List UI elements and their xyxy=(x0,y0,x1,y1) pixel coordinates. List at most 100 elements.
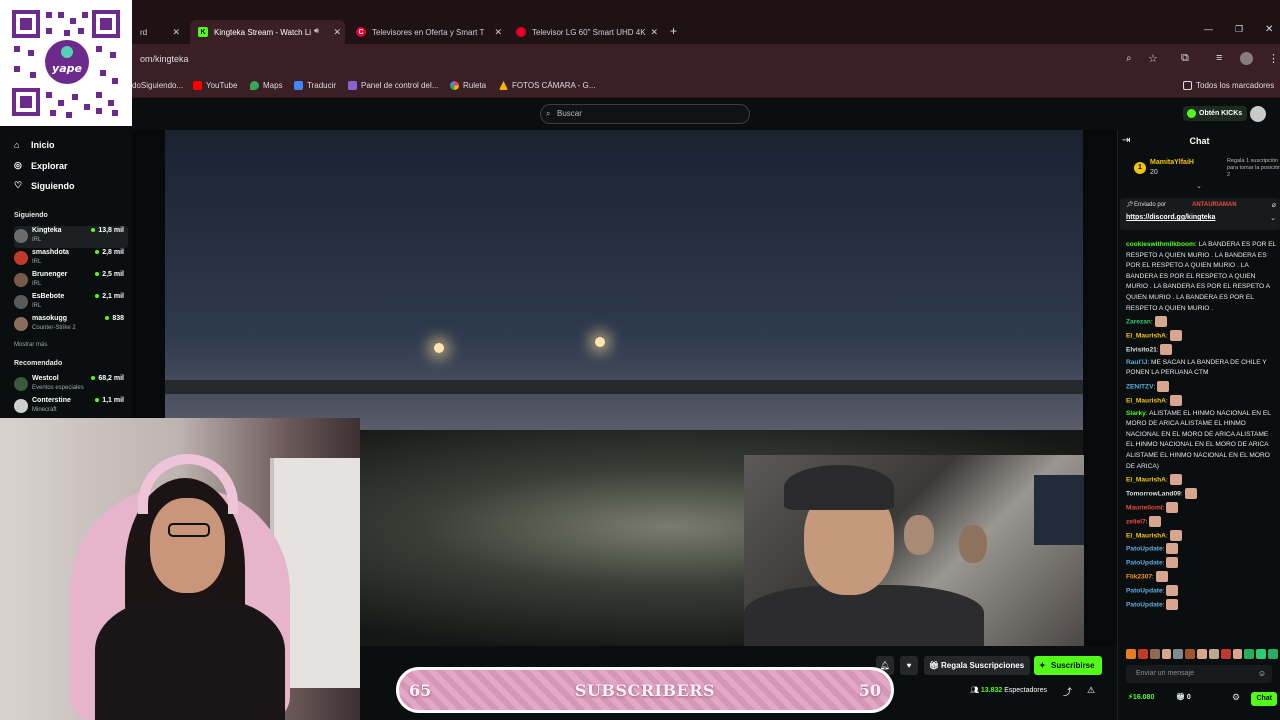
maps-icon xyxy=(250,81,259,90)
emote-icon[interactable] xyxy=(1220,649,1231,659)
menu-icon[interactable]: ⋮ xyxy=(1268,52,1279,65)
close-icon[interactable]: ✕ xyxy=(494,27,502,38)
user-avatar[interactable] xyxy=(1250,106,1266,122)
bookmark-ruleta[interactable]: Ruleta xyxy=(450,81,486,90)
tab-kingteka[interactable]: K Kingteka Stream - Watch Li 🔊︎ ✕ xyxy=(190,20,345,44)
emote-icon[interactable] xyxy=(1137,649,1148,659)
close-icon[interactable]: ✕ xyxy=(172,27,180,38)
chat-emote xyxy=(1166,501,1179,513)
chat-username[interactable]: TomorrowLand09 xyxy=(1126,490,1181,497)
chat-username[interactable]: El_MaurishA xyxy=(1126,476,1166,483)
sidebar-item-siguiendo[interactable]: ♡ Siguiendo xyxy=(14,180,75,191)
media-control-icon[interactable]: ≡ xyxy=(1216,52,1222,64)
chat-send-button[interactable]: Chat xyxy=(1251,692,1277,706)
bookmark-fotos[interactable]: FOTOS CÁMARA - G... xyxy=(499,81,595,90)
recommended-item-conterstine[interactable]: Conterstine Minecraft 1,1 mil xyxy=(14,396,128,418)
viewer-count-label: Espectadores xyxy=(1004,687,1048,694)
report-icon[interactable]: ⚠ xyxy=(1087,685,1095,696)
tab-televisores[interactable]: C Televisores en Oferta y Smart T ✕ xyxy=(348,20,506,44)
unpin-icon[interactable]: ⌀ xyxy=(1272,201,1276,209)
emote-bar xyxy=(1126,649,1278,661)
emote-icon[interactable] xyxy=(1268,649,1278,659)
chat-username[interactable]: Maurielloml xyxy=(1126,504,1163,511)
sidebar-item-explorar[interactable]: ◎ Explorar xyxy=(14,160,68,171)
chat-username[interactable]: PatoUpdate xyxy=(1126,601,1163,608)
search-input[interactable]: ⌕ Buscar xyxy=(540,104,750,124)
minimize-icon[interactable]: — xyxy=(1204,24,1213,34)
chat-username[interactable]: El_MaurishA xyxy=(1126,332,1166,339)
bookmark-item[interactable]: doSiguiendo... xyxy=(132,81,183,90)
kick-logo-icon: K xyxy=(198,27,208,37)
chevron-down-icon[interactable]: ⌄ xyxy=(1270,214,1276,222)
tab-previous[interactable]: rd ✕ xyxy=(132,20,184,44)
emote-icon[interactable] xyxy=(1149,649,1160,659)
chat-username[interactable]: zeliel7 xyxy=(1126,518,1146,525)
settings-icon[interactable]: ⚙ xyxy=(1232,692,1240,703)
close-icon[interactable]: ✕ xyxy=(333,27,341,38)
chat-username[interactable]: Zarezan xyxy=(1126,318,1151,325)
bookmark-youtube[interactable]: YouTube xyxy=(193,81,237,90)
tab-televisor-lg[interactable]: Televisor LG 60" Smart UHD 4K ✕ xyxy=(508,20,662,44)
chat-username[interactable]: PatoUpdate xyxy=(1126,587,1163,594)
emote-icon[interactable] xyxy=(1244,649,1255,659)
following-item-esbebote[interactable]: EsBebote IRL 2,1 mil xyxy=(14,292,128,314)
chat-username[interactable]: PatoUpdate xyxy=(1126,559,1163,566)
sidebar-item-inicio[interactable]: ⌂ Inicio xyxy=(14,140,55,150)
window-close-icon[interactable]: ✕ xyxy=(1265,24,1273,35)
recommended-item-westcol[interactable]: Westcol Eventos especiales 68,2 mil xyxy=(14,374,128,396)
following-item-masokugg[interactable]: masokugg Counter-Strike 2 838 xyxy=(14,314,128,336)
all-bookmarks-label: Todos los marcadores xyxy=(1196,81,1275,90)
pinned-link[interactable]: https://discord.gg/kingteka xyxy=(1126,214,1215,221)
star-icon[interactable]: ☆ xyxy=(1148,52,1158,65)
restore-icon[interactable]: ❐ xyxy=(1235,24,1243,35)
profile-avatar[interactable] xyxy=(1240,52,1253,65)
subscribe-button[interactable]: ✦ Suscribirse xyxy=(1034,656,1102,675)
chat-message: El_MaurishA: xyxy=(1126,394,1276,407)
chat-username[interactable]: El_MaurishA xyxy=(1126,397,1166,404)
chevron-down-icon[interactable]: ⌄ xyxy=(1196,182,1202,190)
speaker-icon[interactable]: 🔊︎ xyxy=(314,26,319,36)
streamer-webcam xyxy=(0,418,360,720)
emote-icon[interactable] xyxy=(1161,649,1172,659)
chat-username[interactable]: El_MaurishA xyxy=(1126,532,1166,539)
chat-username[interactable]: PatoUpdate xyxy=(1126,546,1163,553)
bookmark-maps[interactable]: Maps xyxy=(250,81,283,90)
emote-icon[interactable] xyxy=(1173,649,1184,659)
passenger xyxy=(904,515,934,555)
bookmark-panel[interactable]: Panel de control del... xyxy=(348,81,438,90)
kicks-balance[interactable]: ⚡︎16.080 xyxy=(1128,693,1154,701)
emote-icon[interactable] xyxy=(1126,649,1136,659)
chat-username[interactable]: Elvisito21 xyxy=(1126,346,1157,353)
sidebar-item-label: Siguiendo xyxy=(31,180,75,191)
following-section-title: Siguiendo xyxy=(14,212,48,219)
show-more-link[interactable]: Mostrar más xyxy=(14,342,47,348)
emote-icon[interactable] xyxy=(1256,649,1267,659)
following-item-smashdota[interactable]: smashdota IRL 2,8 mil xyxy=(14,248,128,270)
chat-username[interactable]: Raul'iJ xyxy=(1126,359,1147,366)
following-item-brunenger[interactable]: Brunenger IRL 2,5 mil xyxy=(14,270,128,292)
get-kicks-button[interactable]: Obtén KICKs xyxy=(1183,106,1248,121)
gift-balance[interactable]: 🎁︎ 0 xyxy=(1176,693,1191,701)
chat-message-input[interactable]: Enviar un mensaje ☺ xyxy=(1126,665,1272,683)
new-tab-icon[interactable]: + xyxy=(670,24,677,38)
emote-icon[interactable] xyxy=(1232,649,1243,659)
emote-icon[interactable] xyxy=(1208,649,1219,659)
share-icon[interactable]: ⤴ xyxy=(1063,685,1072,698)
close-icon[interactable]: ✕ xyxy=(650,27,658,38)
chat-username[interactable]: Flik2307 xyxy=(1126,573,1152,580)
gift-subscriptions-button[interactable]: 🎁︎ Regala Suscripciones xyxy=(924,656,1031,675)
emote-icon[interactable] xyxy=(1185,649,1196,659)
emote-icon[interactable] xyxy=(1197,649,1207,659)
following-item-kingteka[interactable]: Kingteka IRL 13,8 mil xyxy=(14,226,128,248)
zoom-icon[interactable]: ⌕ xyxy=(1126,53,1132,64)
emoji-icon[interactable]: ☺ xyxy=(1258,665,1266,683)
chat-username[interactable]: cookieswithmilkboom xyxy=(1126,241,1195,248)
url-field[interactable]: om/kingteka xyxy=(140,54,189,64)
browser-tab-bar: rd ✕ K Kingteka Stream - Watch Li 🔊︎ ✕ C… xyxy=(0,0,1280,44)
chat-username[interactable]: Slarky xyxy=(1126,410,1146,417)
chat-username[interactable]: ZENITZV xyxy=(1126,383,1153,390)
extensions-icon[interactable]: ⧉ xyxy=(1181,52,1189,65)
bookmark-traducir[interactable]: Traducir xyxy=(294,81,336,90)
follow-heart-icon[interactable]: ♥ xyxy=(900,656,918,675)
all-bookmarks[interactable]: Todos los marcadores xyxy=(1183,81,1274,90)
